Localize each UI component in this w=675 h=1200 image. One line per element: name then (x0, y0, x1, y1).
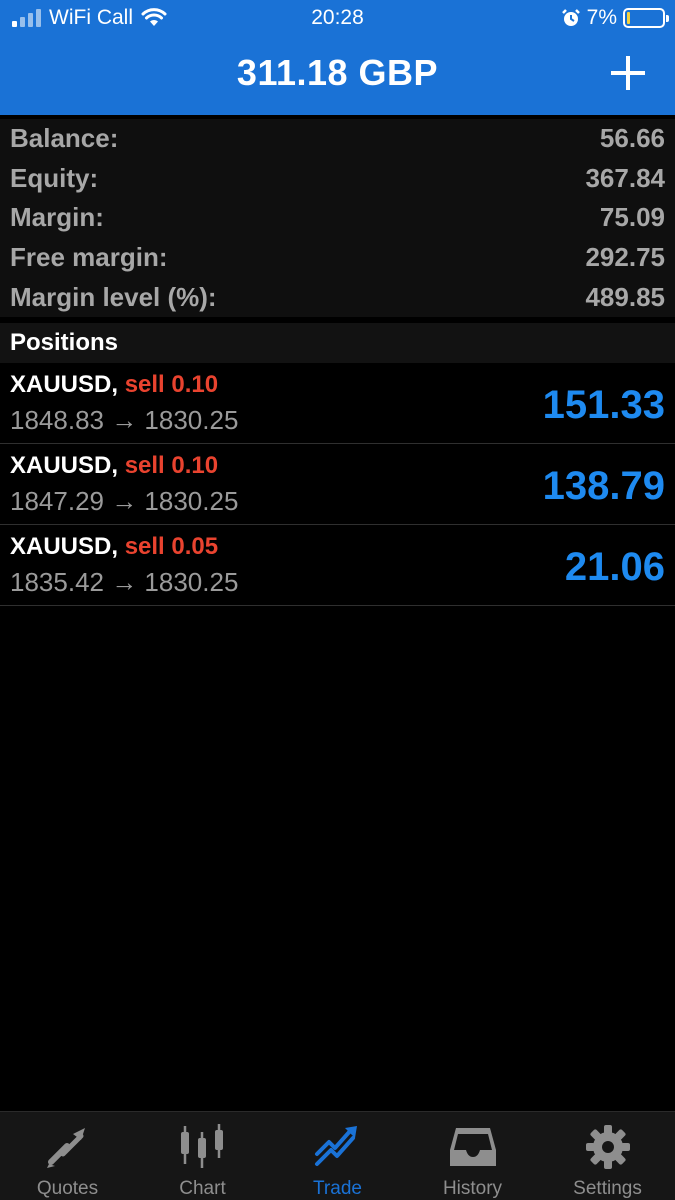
history-icon (449, 1128, 496, 1166)
positions-list: XAUUSD, sell 0.10 1848.83 → 1830.25 151.… (0, 363, 675, 606)
settings-icon (585, 1125, 630, 1169)
tab-settings[interactable]: Settings (540, 1112, 675, 1200)
tab-history[interactable]: History (405, 1112, 540, 1200)
tab-trade[interactable]: Trade (270, 1112, 405, 1200)
tab-label: Chart (179, 1178, 226, 1199)
position-symbol: XAUUSD, (10, 371, 119, 398)
tab-label: Trade (313, 1178, 362, 1199)
summary-row-equity: Equity: 367.84 (0, 159, 675, 199)
summary-row-margin: Margin: 75.09 (0, 198, 675, 238)
tab-label: History (442, 1178, 503, 1199)
summary-value: 56.66 (599, 123, 665, 154)
tab-bar: Quotes Chart Trade History Settings (0, 1111, 675, 1200)
position-side: sell 0.05 (124, 533, 219, 560)
status-right: 7% (561, 6, 669, 30)
add-button[interactable] (611, 56, 645, 90)
trade-icon (314, 1126, 357, 1166)
position-side: sell 0.10 (124, 371, 219, 398)
position-prices: 1835.42 → 1830.25 (10, 567, 239, 597)
battery-percent: 7% (586, 6, 617, 29)
summary-value: 75.09 (599, 202, 665, 233)
tab-quotes[interactable]: Quotes (0, 1112, 135, 1200)
battery-icon (623, 8, 669, 28)
summary-row-balance: Balance: 56.66 (0, 119, 675, 159)
positions-section-header: Positions (0, 323, 675, 363)
top-header: WiFi Call 20:28 7% 311.18 GBP (0, 0, 675, 115)
position-symbol: XAUUSD, (10, 452, 119, 479)
position-profit: 21.06 (564, 545, 665, 589)
summary-value: 292.75 (585, 242, 665, 273)
position-title: XAUUSD, sell 0.10 (10, 452, 218, 480)
alarm-icon (561, 9, 580, 26)
position-side: sell 0.10 (124, 452, 219, 479)
tab-label: Settings (573, 1178, 642, 1199)
chart-icon (180, 1124, 223, 1168)
summary-row-margin-level: Margin level (%): 489.85 (0, 277, 675, 317)
tab-label: Quotes (36, 1178, 99, 1199)
position-row[interactable]: XAUUSD, sell 0.10 1847.29 → 1830.25 138.… (0, 444, 675, 525)
summary-value: 367.84 (585, 162, 665, 193)
position-title: XAUUSD, sell 0.10 (10, 371, 218, 399)
position-prices: 1848.83 → 1830.25 (10, 405, 239, 435)
status-bar: WiFi Call 20:28 7% (0, 0, 675, 38)
summary-row-free-margin: Free margin: 292.75 (0, 238, 675, 278)
page-title: 311.18 GBP (236, 52, 439, 93)
position-prices: 1847.29 → 1830.25 (10, 486, 239, 516)
position-row[interactable]: XAUUSD, sell 0.10 1848.83 → 1830.25 151.… (0, 363, 675, 444)
position-symbol: XAUUSD, (10, 533, 119, 560)
account-summary: Balance: 56.66 Equity: 367.84 Margin: 75… (0, 119, 675, 317)
summary-label: Free margin: (10, 242, 168, 273)
position-row[interactable]: XAUUSD, sell 0.05 1835.42 → 1830.25 21.0… (0, 525, 675, 606)
summary-label: Balance: (10, 123, 119, 154)
position-profit: 138.79 (542, 464, 665, 508)
position-profit: 151.33 (542, 383, 665, 427)
summary-value: 489.85 (585, 281, 665, 312)
summary-label: Margin: (10, 202, 104, 233)
summary-label: Margin level (%): (10, 281, 217, 312)
quotes-icon (46, 1128, 85, 1168)
position-title: XAUUSD, sell 0.05 (10, 533, 218, 561)
summary-label: Equity: (10, 162, 99, 193)
tab-chart[interactable]: Chart (135, 1112, 270, 1200)
